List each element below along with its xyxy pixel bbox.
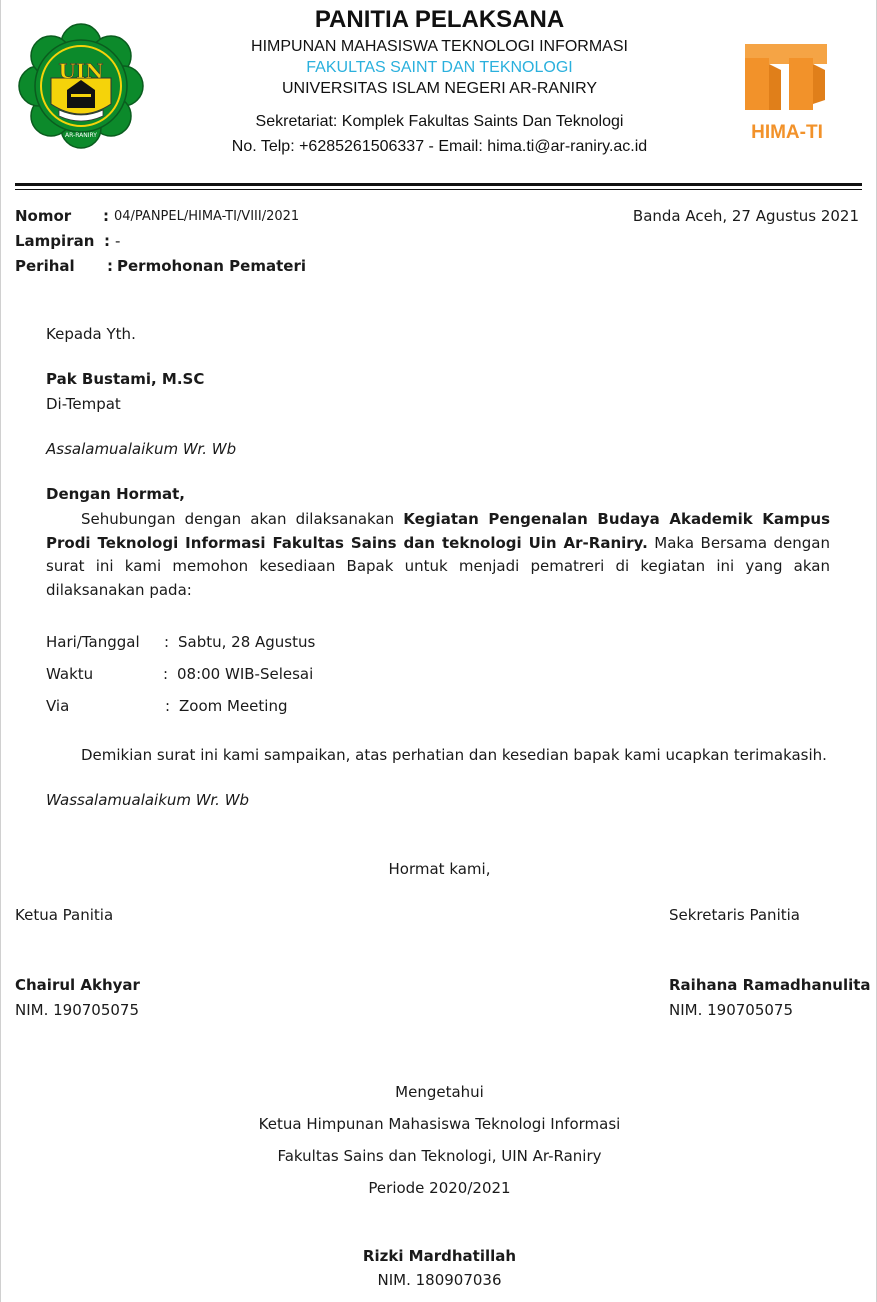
detail-value-date: Sabtu, 28 Agustus <box>178 633 316 651</box>
salutation: Dengan Hormat, <box>46 485 185 503</box>
left-signer-nim: NIM. 190705075 <box>15 1001 140 1019</box>
lampiran-colon: : <box>104 232 110 250</box>
para-intro: Sehubungan dengan akan dilaksanakan <box>81 510 404 528</box>
closing-sentence: Demikian surat ini kami sampaikan, atas … <box>81 746 827 764</box>
lampiran-value: - <box>115 232 121 250</box>
detail-value-time: 08:00 WIB-Selesai <box>177 665 314 683</box>
detail-colon-via: : <box>165 697 171 715</box>
detail-value-via: Zoom Meeting <box>179 697 288 715</box>
nomor-label: Nomor <box>15 207 72 225</box>
chair-name: Rizki Mardhatillah <box>362 1247 517 1265</box>
chair-nim: NIM. 180907036 <box>377 1271 502 1289</box>
right-signer-name: Raihana Ramadhanulita <box>669 976 871 994</box>
right-signer-nim: NIM. 190705075 <box>669 1001 794 1019</box>
letter-date: Banda Aceh, 27 Agustus 2021 <box>632 207 859 225</box>
kepada-text: Kepada Yth. <box>46 325 136 343</box>
body-paragraph: Sehubungan dengan akan dilaksanakan Kegi… <box>46 508 830 602</box>
mengetahui: Mengetahui <box>395 1083 484 1101</box>
recipient-name: Pak Bustami, M.SC <box>46 370 205 388</box>
detail-label-via: Via <box>46 697 70 715</box>
perihal-value: Permohonan Pemateri <box>117 257 306 275</box>
perihal-label: Perihal <box>15 257 75 275</box>
hima-ti-logo: HIMA-TI <box>741 40 833 150</box>
right-signer-role: Sekretaris Panitia <box>669 906 800 924</box>
nomor-value: 04/PANPEL/HIMA-TI/VIII/2021 <box>114 209 300 224</box>
lampiran-label: Lampiran <box>15 232 95 250</box>
hima-ti-logo-text: HIMA-TI <box>751 122 823 143</box>
left-signer-role: Ketua Panitia <box>15 906 114 924</box>
nomor-colon: : <box>103 207 109 225</box>
perihal-colon: : <box>107 257 113 275</box>
chair-title-line2: Fakultas Sains dan Teknologi, UIN Ar-Ran… <box>277 1147 602 1165</box>
recipient-place: Di-Tempat <box>46 395 121 413</box>
detail-colon-time: : <box>163 665 169 683</box>
opening-greeting: Assalamualaikum Wr. Wb <box>46 440 237 458</box>
committee-title: PANITIA PELAKSANA <box>314 6 565 33</box>
detail-label-date: Hari/Tanggal <box>46 633 140 651</box>
letter-page: UIN AR-RANIRY PANITIA PELAKSANA HIMPUNAN… <box>0 0 877 1302</box>
closing-greeting: Wassalamualaikum Wr. Wb <box>46 791 250 809</box>
header-divider-thin <box>15 189 862 190</box>
chair-title-line1: Ketua Himpunan Mahasiswa Teknologi Infor… <box>258 1115 621 1133</box>
detail-label-time: Waktu <box>46 665 94 683</box>
header-divider-thick <box>15 183 862 186</box>
chair-period: Periode 2020/2021 <box>368 1179 511 1197</box>
detail-colon-date: : <box>164 633 170 651</box>
left-signer-name: Chairul Akhyar <box>15 976 140 994</box>
hima-ti-emblem-icon <box>745 44 827 110</box>
hormat-kami: Hormat kami, <box>388 860 491 878</box>
